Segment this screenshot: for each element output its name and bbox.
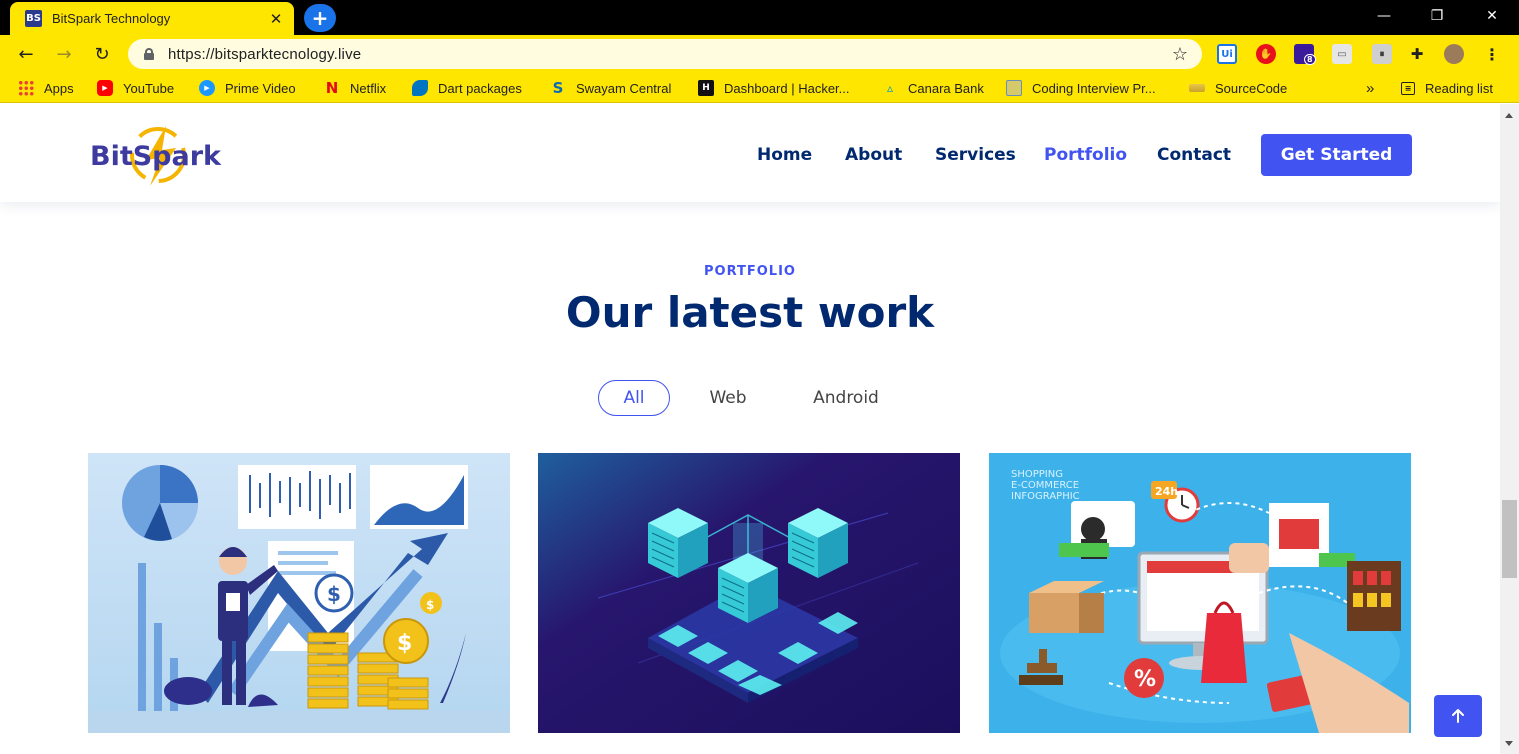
bookmark-canara-bank[interactable]: ▵ Canara Bank xyxy=(882,79,984,97)
site-header: BitSpark Home About Services Portfolio C… xyxy=(0,104,1500,202)
new-tab-button[interactable]: + xyxy=(304,4,336,32)
uipath-extension-icon[interactable]: Ui xyxy=(1217,44,1237,64)
lock-icon xyxy=(144,48,154,60)
bookmark-label: Dart packages xyxy=(438,80,522,96)
bookmark-swayam[interactable]: S Swayam Central xyxy=(550,79,672,97)
section-title: Our latest work xyxy=(565,288,935,337)
nav-contact[interactable]: Contact xyxy=(1157,145,1231,165)
sourcecode-icon xyxy=(1189,84,1205,92)
page-scrollbar[interactable] xyxy=(1500,104,1519,754)
netflix-icon: N xyxy=(325,79,339,97)
prime-video-icon: ▶ xyxy=(199,80,215,96)
bookmark-sourcecode[interactable]: SourceCode xyxy=(1189,79,1287,97)
bookmark-label: Swayam Central xyxy=(576,80,672,96)
infographic-line-1: SHOPPING xyxy=(1011,469,1063,480)
url-text[interactable]: https://bitsparktecnology.live xyxy=(168,46,1172,63)
24h-badge: 24h xyxy=(1155,485,1178,498)
filter-android[interactable]: Android xyxy=(800,380,892,416)
nav-about[interactable]: About xyxy=(845,145,902,165)
bookmarks-bar: Apps ▶ YouTube ▶ Prime Video N Netflix D… xyxy=(0,73,1519,103)
bookmark-label: Netflix xyxy=(350,80,387,96)
bookmark-prime-video[interactable]: ▶ Prime Video xyxy=(199,79,296,97)
isometric-servers-illustration xyxy=(538,453,960,733)
scroll-up-arrow-icon[interactable] xyxy=(1505,113,1513,118)
bookmark-apps[interactable]: Apps xyxy=(18,79,74,97)
logo-text: BitSpark xyxy=(90,141,222,172)
scroll-down-arrow-icon[interactable] xyxy=(1505,741,1513,746)
bookmark-star-icon[interactable]: ☆ xyxy=(1172,44,1188,65)
hackerearth-icon: H xyxy=(698,80,714,96)
bookmark-label: Dashboard | Hacker... xyxy=(724,80,850,96)
bookmark-netflix[interactable]: N Netflix xyxy=(324,79,386,97)
get-started-button[interactable]: Get Started xyxy=(1261,134,1412,176)
back-icon[interactable]: ← xyxy=(12,40,40,68)
ecommerce-infographic-illustration: SHOPPING E-COMMERCE INFOGRAPHIC 24h % xyxy=(989,453,1411,733)
business-growth-illustration: $ $ $ xyxy=(88,453,510,733)
screen-capture-extension-icon[interactable]: ▭ xyxy=(1332,44,1352,64)
portfolio-card-ecommerce[interactable]: SHOPPING E-COMMERCE INFOGRAPHIC 24h % xyxy=(989,453,1411,733)
dart-icon xyxy=(412,80,428,96)
pause-extension-icon[interactable]: ⏸ xyxy=(1372,44,1392,64)
svg-text:%: % xyxy=(1134,667,1156,692)
folder-icon xyxy=(1006,80,1022,96)
bookmark-label: Canara Bank xyxy=(908,80,984,96)
svg-text:$: $ xyxy=(397,631,412,656)
bookmark-dart-packages[interactable]: Dart packages xyxy=(412,79,522,97)
forward-icon[interactable]: → xyxy=(50,40,78,68)
nav-portfolio[interactable]: Portfolio xyxy=(1044,145,1127,165)
reading-list-icon: ≡ xyxy=(1401,81,1415,95)
bitspark-logo[interactable]: BitSpark xyxy=(88,124,238,188)
portfolio-card-business[interactable]: $ $ $ xyxy=(88,453,510,733)
browser-tab[interactable]: BS BitSpark Technology ✕ xyxy=(10,2,294,35)
bookmark-hackerearth[interactable]: H Dashboard | Hacker... xyxy=(698,79,850,97)
bookmark-label: Prime Video xyxy=(225,80,296,96)
profile-avatar[interactable] xyxy=(1444,44,1464,64)
restore-icon[interactable]: ❐ xyxy=(1414,0,1460,32)
minimize-icon[interactable]: — xyxy=(1361,0,1407,32)
reading-list-button[interactable]: ≡ Reading list xyxy=(1401,79,1493,97)
bookmarks-overflow-button[interactable]: » xyxy=(1366,79,1374,97)
youtube-icon: ▶ xyxy=(97,80,113,96)
bookmark-label: YouTube xyxy=(123,80,175,96)
browser-tab-strip: BS BitSpark Technology ✕ + — ❐ ✕ xyxy=(0,0,1519,35)
browser-toolbar: ← → ↻ https://bitsparktecnology.live ☆ U… xyxy=(0,35,1519,73)
web-page: BitSpark Home About Services Portfolio C… xyxy=(0,104,1500,754)
infographic-line-2: E-COMMERCE xyxy=(1011,480,1079,491)
adblock-extension-icon[interactable]: ✋ xyxy=(1256,44,1276,64)
bookmark-label: Coding Interview Pr... xyxy=(1032,80,1156,96)
swayam-icon: S xyxy=(552,79,564,97)
filter-all[interactable]: All xyxy=(598,380,670,416)
tab-title: BitSpark Technology xyxy=(52,11,171,26)
graduation-cap-extension-icon[interactable]: 8 xyxy=(1294,44,1316,65)
tab-close-icon[interactable]: ✕ xyxy=(264,10,288,28)
reload-icon[interactable]: ↻ xyxy=(88,40,116,68)
arrow-up-icon xyxy=(1452,709,1464,723)
svg-text:$: $ xyxy=(327,582,341,606)
site-favicon-icon: BS xyxy=(25,10,42,27)
chrome-menu-icon[interactable]: ⋮ xyxy=(1482,44,1502,64)
section-subtitle: PORTFOLIO xyxy=(704,264,796,279)
nav-services[interactable]: Services xyxy=(935,145,1016,165)
bookmark-label: Apps xyxy=(44,80,74,96)
canara-bank-icon: ▵ xyxy=(886,81,894,95)
reading-list-label: Reading list xyxy=(1425,80,1493,96)
nav-home[interactable]: Home xyxy=(757,145,812,165)
portfolio-card-servers[interactable] xyxy=(538,453,960,733)
apps-grid-icon xyxy=(18,80,34,96)
scrollbar-thumb[interactable] xyxy=(1502,500,1517,578)
bookmark-label: SourceCode xyxy=(1215,80,1288,96)
bookmark-coding-interview[interactable]: Coding Interview Pr... xyxy=(1006,79,1156,97)
back-to-top-button[interactable] xyxy=(1434,695,1482,737)
address-bar[interactable]: https://bitsparktecnology.live ☆ xyxy=(128,39,1202,69)
close-window-icon[interactable]: ✕ xyxy=(1469,0,1515,32)
svg-text:$: $ xyxy=(426,598,434,612)
infographic-line-3: INFOGRAPHIC xyxy=(1011,491,1080,502)
bookmark-youtube[interactable]: ▶ YouTube xyxy=(97,79,174,97)
extension-badge: 8 xyxy=(1304,54,1316,65)
filter-web[interactable]: Web xyxy=(694,380,762,416)
extensions-puzzle-icon[interactable]: ✚ xyxy=(1407,44,1427,64)
